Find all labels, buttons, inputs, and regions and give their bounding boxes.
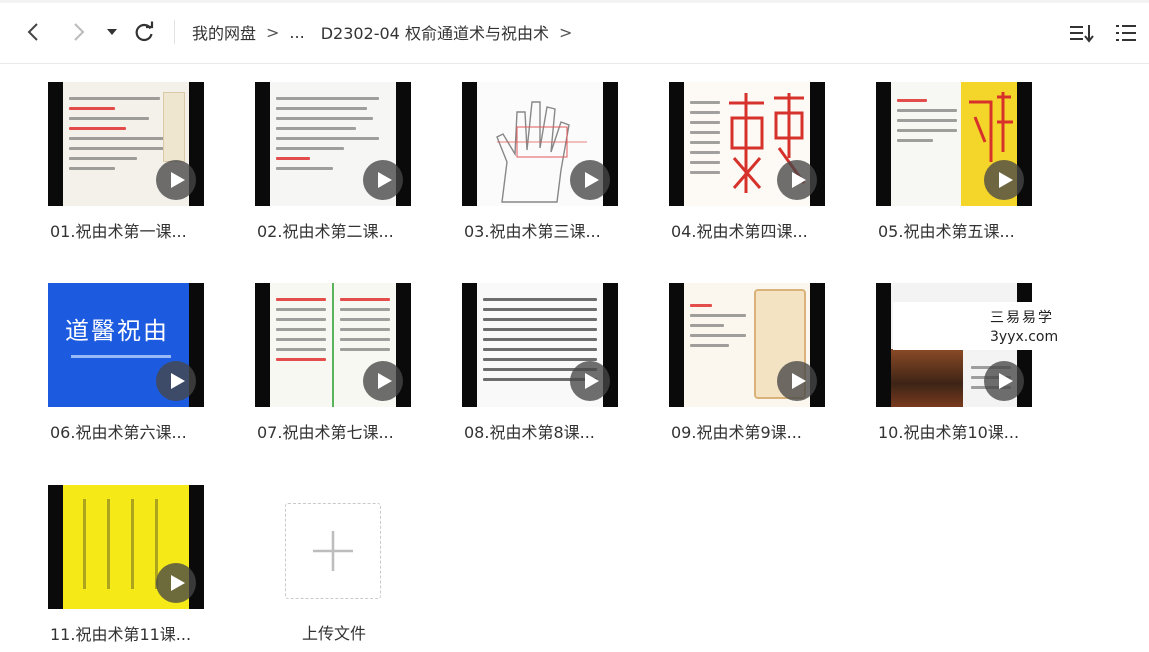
- file-item[interactable]: 03.祝由术第三课...: [462, 82, 632, 252]
- file-name: 05.祝由术第五课...: [878, 222, 1015, 241]
- view-mode-button[interactable]: [1112, 20, 1140, 46]
- breadcrumb-root[interactable]: 我的网盘: [192, 20, 256, 44]
- file-name: 03.祝由术第三课...: [464, 222, 601, 241]
- breadcrumb-separator: >: [266, 22, 280, 42]
- history-dropdown-button[interactable]: [102, 18, 122, 46]
- file-item[interactable]: 09.祝由术第9课...: [669, 283, 839, 453]
- sort-icon: [1070, 25, 1094, 43]
- video-thumbnail: [669, 82, 825, 206]
- play-icon: [570, 361, 610, 401]
- video-thumbnail: [876, 82, 1032, 206]
- refresh-icon: [135, 21, 154, 42]
- breadcrumb-current-folder[interactable]: D2302-04 权俞通道术与祝由术: [321, 20, 549, 44]
- sort-button[interactable]: [1068, 20, 1096, 46]
- breadcrumb-ellipsis[interactable]: ...: [289, 23, 304, 42]
- video-thumbnail: [255, 283, 411, 407]
- toolbar-divider: [174, 20, 175, 44]
- play-icon: [363, 160, 403, 200]
- file-item[interactable]: 07.祝由术第七课...: [255, 283, 425, 453]
- breadcrumb: 我的网盘 > ... D2302-04 权俞通道术与祝由术 >: [192, 20, 582, 44]
- video-thumbnail: [462, 82, 618, 206]
- play-icon: [156, 563, 196, 603]
- watermark-overlay: 三易易学 3yyx.com: [893, 302, 1060, 350]
- file-name: 10.祝由术第10课...: [878, 423, 1020, 442]
- watermark-line-2: 3yyx.com: [990, 329, 1059, 345]
- file-item[interactable]: 11.祝由术第11课...: [48, 485, 218, 652]
- file-item[interactable]: 08.祝由术第8课...: [462, 283, 632, 453]
- watermark-line-1: 三易易学: [990, 310, 1054, 326]
- video-thumbnail: 道醫祝由: [48, 283, 204, 407]
- back-button[interactable]: [20, 18, 46, 46]
- file-name: 02.祝由术第二课...: [257, 222, 394, 241]
- plus-icon: [313, 531, 353, 571]
- upload-button[interactable]: [285, 503, 381, 599]
- video-thumbnail: [669, 283, 825, 407]
- play-icon: [777, 160, 817, 200]
- file-name: 11.祝由术第11课...: [50, 625, 192, 644]
- play-icon: [777, 361, 817, 401]
- play-icon: [984, 160, 1024, 200]
- play-icon: [156, 160, 196, 200]
- video-thumbnail: [255, 82, 411, 206]
- breadcrumb-separator: >: [558, 22, 573, 42]
- play-icon: [984, 361, 1024, 401]
- file-item[interactable]: 05.祝由术第五课...: [876, 82, 1046, 252]
- slide-title: 道醫祝由: [65, 317, 169, 345]
- file-name: 08.祝由术第8课...: [464, 423, 595, 442]
- forward-button[interactable]: [66, 18, 92, 46]
- file-item[interactable]: 02.祝由术第二课...: [255, 82, 425, 252]
- caret-down-icon: [107, 29, 117, 35]
- upload-label: 上传文件: [301, 624, 366, 643]
- file-item[interactable]: 04.祝由术第四课...: [669, 82, 839, 252]
- file-name: 01.祝由术第一课...: [50, 222, 187, 241]
- file-name: 06.祝由术第六课...: [50, 423, 187, 442]
- top-border: [0, 0, 1149, 3]
- play-icon: [570, 160, 610, 200]
- video-thumbnail: [462, 283, 618, 407]
- file-name: 09.祝由术第9课...: [671, 423, 802, 442]
- chevron-right-icon: [74, 23, 85, 41]
- list-view-icon: [1116, 25, 1136, 41]
- file-item[interactable]: 道醫祝由 06.祝由术第六课...: [48, 283, 218, 453]
- file-name: 04.祝由术第四课...: [671, 222, 808, 241]
- file-item[interactable]: 01.祝由术第一课...: [48, 82, 218, 252]
- play-icon: [363, 361, 403, 401]
- refresh-button[interactable]: [131, 18, 157, 46]
- toolbar: 我的网盘 > ... D2302-04 权俞通道术与祝由术 >: [0, 0, 1149, 64]
- file-name: 07.祝由术第七课...: [257, 423, 394, 442]
- video-thumbnail: [48, 485, 204, 609]
- chevron-left-icon: [27, 23, 38, 41]
- video-thumbnail: [48, 82, 204, 206]
- play-icon: [156, 361, 196, 401]
